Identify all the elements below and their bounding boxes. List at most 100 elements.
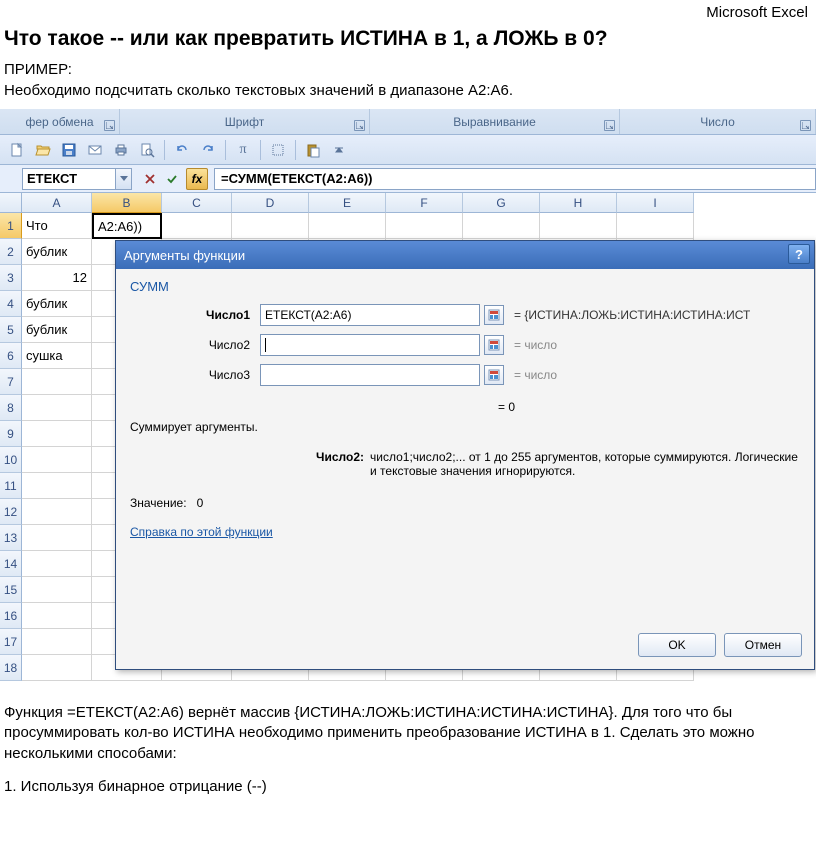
column-header[interactable]: B: [92, 193, 162, 213]
cell[interactable]: [162, 213, 232, 239]
cell[interactable]: [22, 629, 92, 655]
argument-input[interactable]: [260, 334, 480, 356]
cell[interactable]: Что: [22, 213, 92, 239]
cell[interactable]: A2:A6)): [92, 213, 162, 239]
pi-icon[interactable]: π: [232, 139, 254, 161]
cancel-button[interactable]: Отмен: [724, 633, 802, 657]
dialog-title: Аргументы функции: [124, 248, 245, 263]
cell[interactable]: [22, 421, 92, 447]
dialog-launcher-icon[interactable]: [604, 120, 615, 131]
column-header[interactable]: F: [386, 193, 463, 213]
cell[interactable]: [309, 213, 386, 239]
row-header[interactable]: 17: [0, 629, 22, 655]
enter-check-icon[interactable]: [162, 169, 182, 189]
row-header[interactable]: 3: [0, 265, 22, 291]
argument-label: Число1: [130, 308, 260, 322]
row-header[interactable]: 12: [0, 499, 22, 525]
borders-icon[interactable]: [267, 139, 289, 161]
help-link[interactable]: Справка по этой функции: [130, 525, 273, 539]
column-headers: ABCDEFGHI: [22, 193, 816, 213]
row-header[interactable]: 2: [0, 239, 22, 265]
dialog-titlebar[interactable]: Аргументы функции ?: [116, 241, 814, 269]
row-header[interactable]: 1: [0, 213, 22, 239]
fx-icon[interactable]: fx: [186, 168, 208, 190]
row-header[interactable]: 11: [0, 473, 22, 499]
row-header[interactable]: 14: [0, 551, 22, 577]
cell[interactable]: [22, 603, 92, 629]
range-selector-icon[interactable]: [484, 305, 504, 325]
cell[interactable]: [22, 551, 92, 577]
column-header[interactable]: I: [617, 193, 694, 213]
row-header[interactable]: 4: [0, 291, 22, 317]
cell[interactable]: [22, 473, 92, 499]
argument-input[interactable]: [260, 364, 480, 386]
redo-icon[interactable]: [197, 139, 219, 161]
undo-icon[interactable]: [171, 139, 193, 161]
column-header[interactable]: E: [309, 193, 386, 213]
cell[interactable]: [22, 577, 92, 603]
argument-label: Число2: [130, 338, 260, 352]
email-icon[interactable]: [84, 139, 106, 161]
dialog-launcher-icon[interactable]: [800, 120, 811, 131]
row-header[interactable]: 13: [0, 525, 22, 551]
help-icon[interactable]: ?: [788, 244, 810, 264]
new-file-icon[interactable]: [6, 139, 28, 161]
cell[interactable]: сушка: [22, 343, 92, 369]
cell[interactable]: 12: [22, 265, 92, 291]
row-header[interactable]: 9: [0, 421, 22, 447]
row-header[interactable]: 7: [0, 369, 22, 395]
dialog-launcher-icon[interactable]: [104, 120, 115, 131]
cell[interactable]: бублик: [22, 239, 92, 265]
row-header[interactable]: 5: [0, 317, 22, 343]
cell[interactable]: [22, 525, 92, 551]
cell[interactable]: [22, 395, 92, 421]
formula-input[interactable]: =СУММ(ЕТЕКСТ(A2:A6)): [214, 168, 816, 190]
column-header[interactable]: C: [162, 193, 232, 213]
range-selector-icon[interactable]: [484, 335, 504, 355]
save-icon[interactable]: [58, 139, 80, 161]
cell[interactable]: [22, 499, 92, 525]
cell[interactable]: [617, 213, 694, 239]
result-value-row: Значение: 0: [130, 496, 800, 510]
range-selector-icon[interactable]: [484, 365, 504, 385]
customize-qat-icon[interactable]: [328, 139, 350, 161]
argument-result: = {ИСТИНА:ЛОЖЬ:ИСТИНА:ИСТИНА:ИСТ: [514, 308, 750, 322]
name-box[interactable]: ЕТЕКСТ: [22, 168, 132, 190]
row-header[interactable]: 10: [0, 447, 22, 473]
dialog-launcher-icon[interactable]: [354, 120, 365, 131]
cell[interactable]: [386, 213, 463, 239]
cell[interactable]: [463, 213, 540, 239]
cell[interactable]: [22, 447, 92, 473]
name-box-dropdown-icon[interactable]: [115, 169, 131, 189]
row-header[interactable]: 18: [0, 655, 22, 681]
open-icon[interactable]: [32, 139, 54, 161]
article-headline: Что такое -- или как превратить ИСТИНА в…: [4, 21, 812, 59]
row-header[interactable]: 16: [0, 603, 22, 629]
ribbon-group: Шрифт: [120, 109, 370, 134]
column-header[interactable]: A: [22, 193, 92, 213]
ok-button[interactable]: OK: [638, 633, 716, 657]
app-name: Microsoft Excel: [4, 0, 812, 21]
row-header[interactable]: 6: [0, 343, 22, 369]
cell[interactable]: бублик: [22, 317, 92, 343]
cell[interactable]: [22, 655, 92, 681]
paste-icon[interactable]: [302, 139, 324, 161]
explanation-text: Функция =ЕТЕКСТ(A2:A6) вернёт массив {ИС…: [0, 687, 816, 768]
row-header[interactable]: 15: [0, 577, 22, 603]
row-header[interactable]: 8: [0, 395, 22, 421]
cell[interactable]: [232, 213, 309, 239]
column-header[interactable]: H: [540, 193, 617, 213]
cell[interactable]: [22, 369, 92, 395]
select-all-button[interactable]: [0, 193, 22, 213]
column-header[interactable]: D: [232, 193, 309, 213]
print-preview-icon[interactable]: [136, 139, 158, 161]
column-header[interactable]: G: [463, 193, 540, 213]
cancel-x-icon[interactable]: [140, 169, 160, 189]
formula-bar: ЕТЕКСТ fx =СУММ(ЕТЕКСТ(A2:A6)): [0, 165, 816, 193]
excel-screenshot: фер обменаШрифтВыравниваниеЧисло π ЕТЕКС…: [0, 109, 816, 687]
cell[interactable]: бублик: [22, 291, 92, 317]
argument-input[interactable]: ЕТЕКСТ(A2:A6): [260, 304, 480, 326]
cell[interactable]: [540, 213, 617, 239]
print-icon[interactable]: [110, 139, 132, 161]
example-label: ПРИМЕР:: [4, 59, 812, 80]
